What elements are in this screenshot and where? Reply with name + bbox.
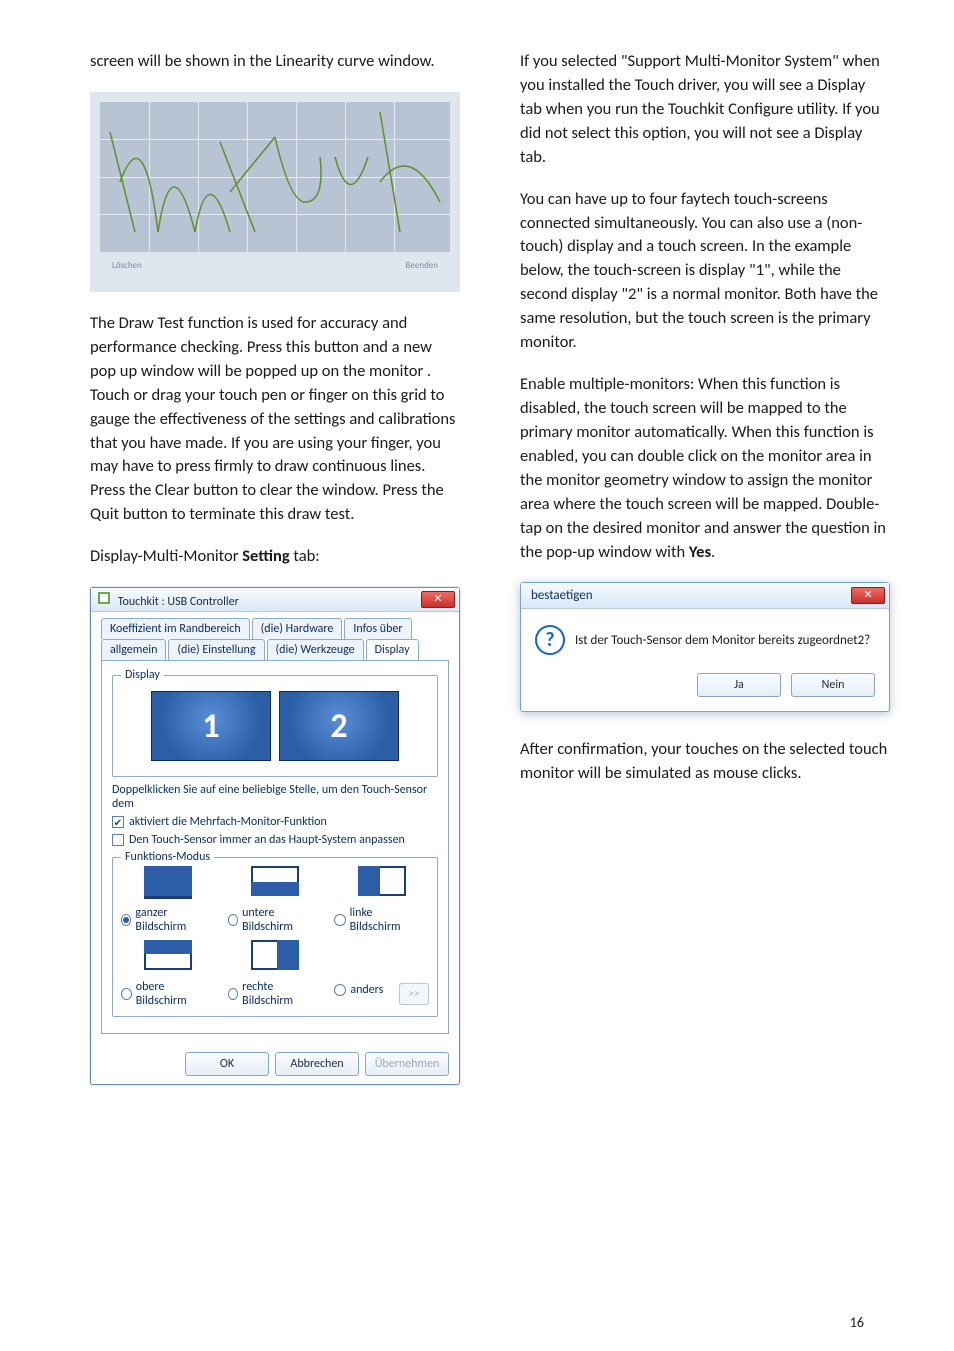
checkbox-main-system-label: Den Touch-Sensor immer an das Haupt-Syst… (129, 833, 405, 847)
checkbox-multi-monitor-label: aktiviert die Mehrfach-Monitor-Funktion (129, 815, 327, 829)
display-heading: Display-Multi-Monitor Setting tab: (90, 545, 460, 569)
page-number: 16 (850, 1314, 864, 1331)
right-p1: If you selected "Support Multi-Monitor S… (520, 50, 890, 170)
cancel-button[interactable]: Abbrechen (275, 1052, 359, 1076)
confirm-dialog: bestaetigen ✕ ? Ist der Touch-Sensor dem… (520, 582, 890, 712)
right-p2: You can have up to four faytech touch-sc… (520, 188, 890, 355)
mode-icon-right (251, 940, 299, 970)
group-mode-label: Funktions-Modus (121, 850, 214, 864)
mode-icon-bottom (251, 866, 299, 896)
radio-other[interactable]: anders (334, 983, 383, 997)
question-icon: ? (535, 625, 565, 655)
tab-display[interactable]: Display (366, 639, 419, 660)
mode-icon-top (144, 940, 192, 970)
tab-infos[interactable]: Infos über (344, 618, 411, 639)
close-icon[interactable]: ✕ (421, 591, 455, 608)
right-p3: Enable multiple-monitors: When this func… (520, 373, 890, 564)
clear-button[interactable]: Löschen (112, 260, 142, 271)
doubleclick-hint: Doppelklicken Sie auf eine beliebige Ste… (112, 783, 438, 811)
close-icon[interactable]: ✕ (851, 587, 885, 604)
yes-button[interactable]: Ja (697, 673, 781, 697)
tab-werkzeuge[interactable]: (die) Werkzeuge (267, 639, 364, 660)
radio-right[interactable]: rechte Bildschirm (228, 980, 315, 1008)
confirm-text: Ist der Touch-Sensor dem Monitor bereits… (575, 633, 870, 648)
other-expand-button[interactable]: >> (399, 983, 429, 1005)
left-intro: screen will be shown in the Linearity cu… (90, 50, 460, 74)
app-icon (97, 591, 111, 605)
radio-top[interactable]: obere Bildschirm (121, 980, 208, 1008)
tab-hardware[interactable]: (die) Hardware (252, 618, 343, 639)
checkbox-multi-monitor[interactable]: ✔ (112, 816, 124, 828)
ok-button[interactable]: OK (185, 1052, 269, 1076)
radio-bottom[interactable]: untere Bildschirm (228, 906, 315, 934)
monitor-1[interactable]: 1 (151, 691, 271, 761)
radio-full[interactable]: ganzer Bildschirm (121, 906, 208, 934)
tab-koeffizient[interactable]: Koeffizient im Randbereich (101, 618, 250, 639)
apply-button[interactable]: Übernehmen (365, 1052, 449, 1076)
linearity-figure: Löschen Beenden (90, 92, 460, 292)
mode-icon-left (358, 866, 406, 896)
checkbox-main-system[interactable] (112, 834, 124, 846)
radio-left[interactable]: linke Bildschirm (334, 906, 421, 934)
signature-drawing (100, 102, 450, 252)
dialog-title: Touchkit : USB Controller (118, 595, 239, 609)
confirm-title: bestaetigen (531, 588, 593, 603)
tab-allgemein[interactable]: allgemein (101, 639, 166, 660)
mode-icon-full (144, 866, 192, 896)
no-button[interactable]: Nein (791, 673, 875, 697)
touchkit-dialog: Touchkit : USB Controller ✕ Koeffizient … (90, 587, 460, 1085)
draw-test-paragraph: The Draw Test function is used for accur… (90, 312, 460, 527)
right-p4: After confirmation, your touches on the … (520, 738, 890, 786)
tab-einstellung[interactable]: (die) Einstellung (168, 639, 264, 660)
monitor-2[interactable]: 2 (279, 691, 399, 761)
quit-button[interactable]: Beenden (405, 260, 438, 271)
group-display-label: Display (121, 668, 164, 682)
